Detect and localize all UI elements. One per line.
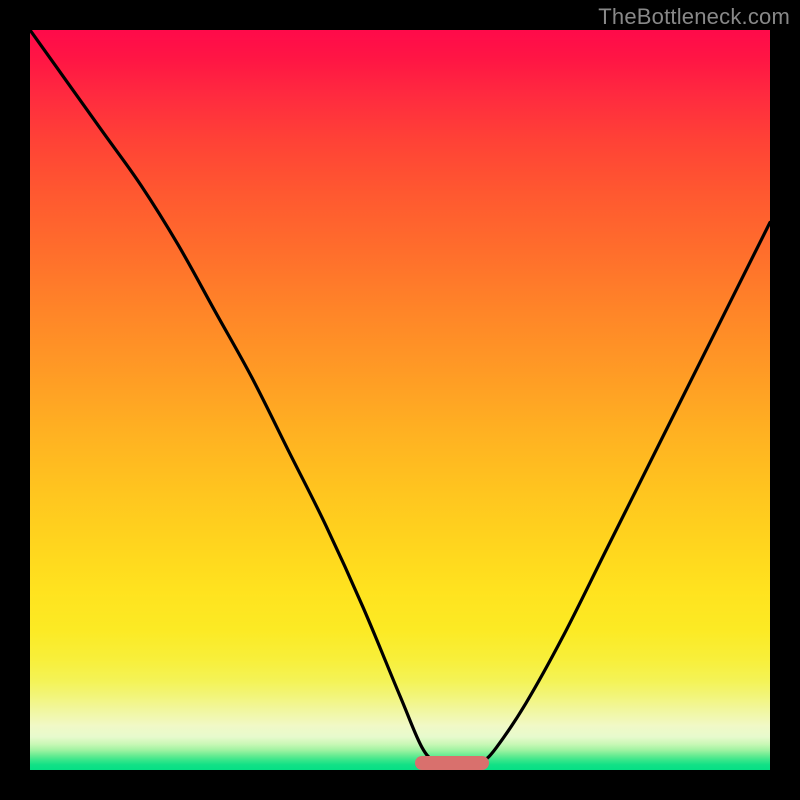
plot-area: [30, 30, 770, 770]
minimum-marker: [415, 756, 489, 770]
chart-frame: TheBottleneck.com: [0, 0, 800, 800]
watermark-label: TheBottleneck.com: [598, 4, 790, 30]
bottleneck-curve: [30, 30, 770, 770]
